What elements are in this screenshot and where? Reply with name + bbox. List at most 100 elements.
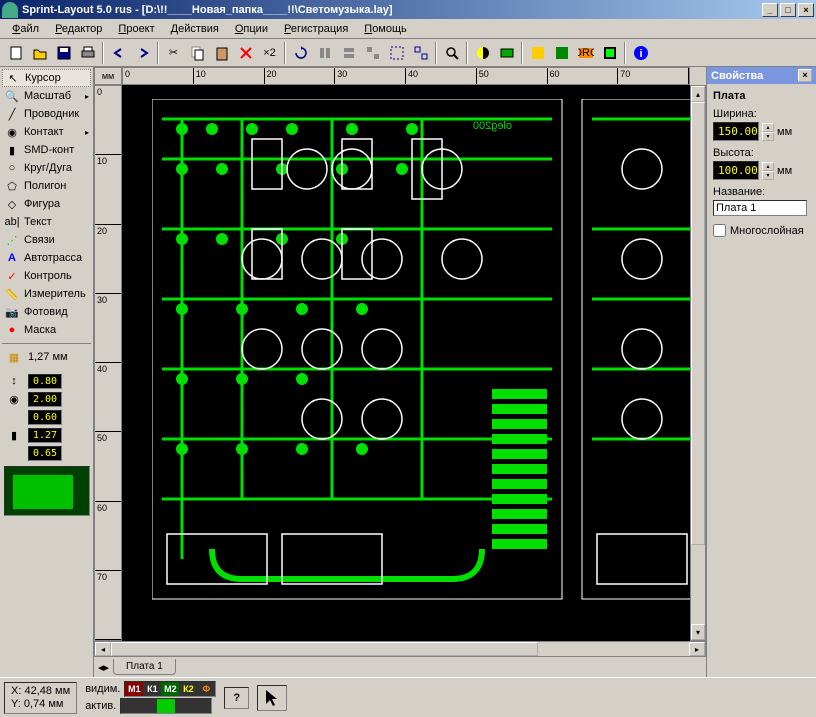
tool-cursor[interactable]: ↖Курсор (2, 69, 91, 87)
tool-zoom[interactable]: 🔍Масштаб▸ (2, 87, 91, 105)
scroll-down-icon[interactable]: ▾ (691, 624, 705, 640)
tool-photo[interactable]: 📷Фотовид (2, 303, 91, 321)
pcb-layout: oleg200 (152, 99, 690, 619)
tool-polygon[interactable]: ⬠Полигон (2, 177, 91, 195)
scroll-thumb[interactable] (691, 102, 705, 545)
contrast-button[interactable] (471, 42, 494, 64)
scroll-up-icon[interactable]: ▴ (691, 86, 705, 102)
pcb-canvas[interactable]: oleg200 (122, 85, 690, 641)
canvas-area: мм 010203040506070 010203040506070 (94, 67, 706, 677)
param-value: 1.27 (28, 428, 62, 443)
tool-mask[interactable]: ●Маска (2, 321, 91, 339)
tool-measure[interactable]: 📏Измеритель (2, 285, 91, 303)
dropdown-arrow-icon: ▸ (85, 128, 89, 137)
track-width[interactable]: ↕0.80 (2, 372, 91, 390)
properties-button[interactable] (550, 42, 573, 64)
tool-label: Контроль (24, 270, 72, 282)
scrollbar-vertical[interactable]: ▴ ▾ (690, 85, 706, 641)
layer-visibility[interactable]: М1 К1 М2 К2 Ф (124, 681, 216, 697)
smd-h[interactable]: 0.65 (2, 444, 91, 462)
undo-button[interactable] (107, 42, 130, 64)
zoom-icon: 🔍 (4, 88, 20, 104)
drc-button[interactable]: DRC (574, 42, 597, 64)
help-button[interactable]: ? (224, 687, 249, 709)
menu-project[interactable]: Проект (110, 21, 162, 37)
close-button[interactable]: × (798, 3, 814, 17)
paste-button[interactable] (210, 42, 233, 64)
properties-header: Свойства × (707, 67, 816, 84)
menubar: Файл Редактор Проект Действия Опции Реги… (0, 19, 816, 39)
tool-smd[interactable]: ▮SMD-конт (2, 141, 91, 159)
svg-text:oleg200: oleg200 (473, 120, 512, 132)
save-button[interactable] (52, 42, 75, 64)
cut-button[interactable]: ✂ (162, 42, 185, 64)
height-field[interactable]: 100.00 (713, 161, 759, 180)
menu-help[interactable]: Помощь (356, 21, 415, 37)
tab-board-1[interactable]: Плата 1 (113, 659, 176, 675)
tool-pad[interactable]: ◉Контакт▸ (2, 123, 91, 141)
grid-setting[interactable]: ▦1,27 мм (2, 348, 91, 366)
info-button[interactable]: i (629, 42, 652, 64)
tab-nav-icon[interactable]: ◂▸ (98, 661, 109, 674)
mirror-v-button[interactable] (337, 42, 360, 64)
tool-connect[interactable]: ⋰Связи (2, 231, 91, 249)
copy-button[interactable] (186, 42, 209, 64)
width-spinner[interactable]: ▴▾ (762, 123, 774, 141)
group-button[interactable] (385, 42, 408, 64)
connect-icon: ⋰ (4, 232, 20, 248)
components-button[interactable] (598, 42, 621, 64)
print-button[interactable] (76, 42, 99, 64)
cursor-indicator-icon (262, 688, 282, 708)
multilayer-checkbox[interactable] (713, 224, 726, 237)
menu-actions[interactable]: Действия (163, 21, 227, 37)
pad-inner-icon (4, 409, 24, 425)
macro-button[interactable] (495, 42, 518, 64)
height-spinner[interactable]: ▴▾ (762, 162, 774, 180)
smd-w[interactable]: ▮1.27 (2, 426, 91, 444)
menu-edit[interactable]: Редактор (47, 21, 110, 37)
tool-label: Автотрасса (24, 252, 82, 264)
scroll-left-icon[interactable]: ◂ (95, 642, 111, 656)
width-field[interactable]: 150.00 (713, 122, 759, 141)
align-button[interactable] (361, 42, 384, 64)
minimize-button[interactable]: _ (762, 3, 778, 17)
duplicate-button[interactable]: ×2 (258, 42, 281, 64)
tool-text[interactable]: ab|Текст (2, 213, 91, 231)
toolbar: ✂ ×2 DRC i (0, 39, 816, 67)
param-value: 0.65 (28, 446, 62, 461)
pad-inner[interactable]: 0.60 (2, 408, 91, 426)
library-button[interactable] (526, 42, 549, 64)
new-button[interactable] (4, 42, 27, 64)
maximize-button[interactable]: □ (780, 3, 796, 17)
tool-autoroute[interactable]: AАвтотрасса (2, 249, 91, 267)
properties-title: Свойства (711, 70, 763, 82)
tool-label: Полигон (24, 180, 66, 192)
board-preview[interactable] (4, 466, 90, 516)
pad-outer[interactable]: ◉2.00 (2, 390, 91, 408)
delete-button[interactable] (234, 42, 257, 64)
tool-test[interactable]: ✓Контроль (2, 267, 91, 285)
scroll-thumb[interactable] (111, 642, 538, 656)
tool-shape[interactable]: ◇Фигура (2, 195, 91, 213)
redo-button[interactable] (131, 42, 154, 64)
unit-label: мм (777, 126, 792, 138)
scrollbar-horizontal[interactable]: ◂ ▸ (94, 641, 706, 657)
mirror-h-button[interactable] (313, 42, 336, 64)
shape-icon: ◇ (4, 196, 20, 212)
ungroup-button[interactable] (409, 42, 432, 64)
tool-track[interactable]: ╱Проводник (2, 105, 91, 123)
zoom-button[interactable] (440, 42, 463, 64)
menu-register[interactable]: Регистрация (276, 21, 356, 37)
properties-close-button[interactable]: × (798, 69, 812, 82)
menu-options[interactable]: Опции (227, 21, 276, 37)
rotate-button[interactable] (289, 42, 312, 64)
active-label: актив. (85, 700, 116, 712)
ruler-horizontal: 010203040506070 (122, 67, 690, 85)
grid-icon: ▦ (4, 349, 24, 365)
tool-circle[interactable]: ○Круг/Дуга (2, 159, 91, 177)
menu-file[interactable]: Файл (4, 21, 47, 37)
layer-active[interactable] (120, 698, 212, 714)
open-button[interactable] (28, 42, 51, 64)
name-field[interactable] (713, 200, 807, 216)
scroll-right-icon[interactable]: ▸ (689, 642, 705, 656)
